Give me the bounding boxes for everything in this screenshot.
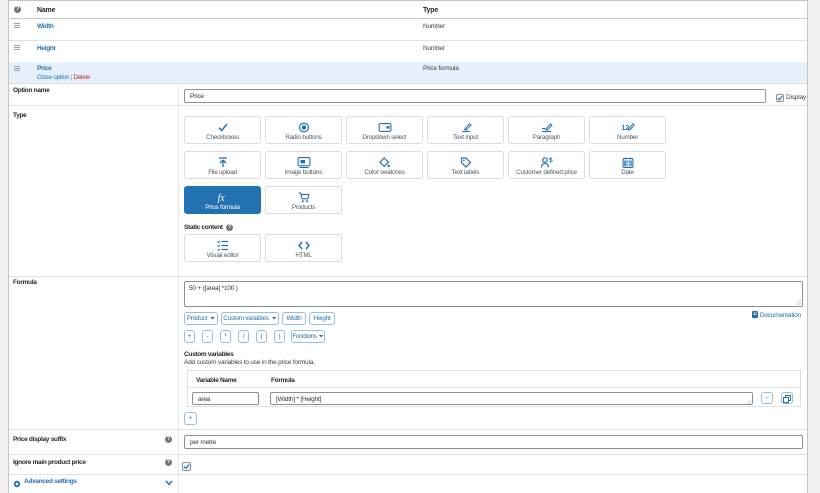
svg-text:fx: fx [217,193,225,203]
svg-text:$: $ [549,157,553,164]
svg-text:12: 12 [621,125,629,132]
